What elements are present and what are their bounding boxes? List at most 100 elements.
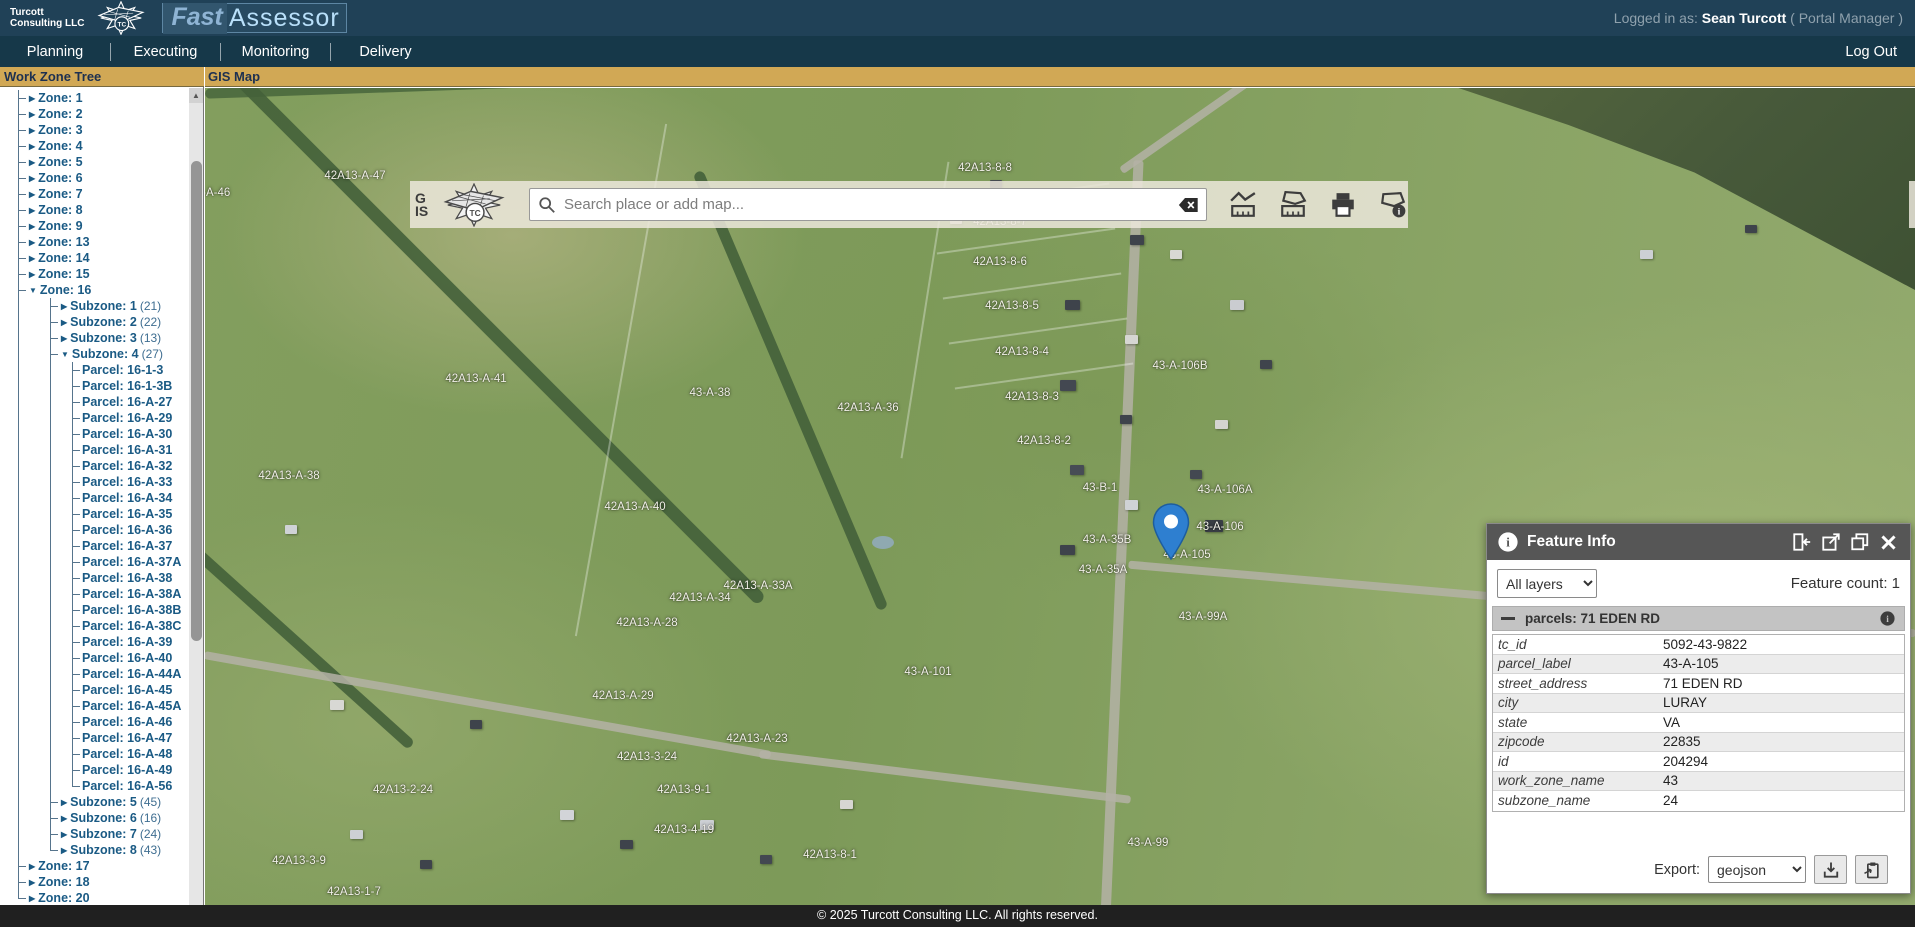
tree-item-parcel[interactable]: Parcel: 16-A-33	[0, 474, 189, 490]
tree-item-zone[interactable]: ▶Zone: 20	[0, 890, 189, 905]
map-canvas[interactable]: 42A13-A-473-A-4642A13-8-842A13-8-742A13-…	[205, 88, 1915, 905]
tree-item-parcel[interactable]: Parcel: 16-A-37	[0, 538, 189, 554]
tree-item-parcel[interactable]: Parcel: 16-A-45	[0, 682, 189, 698]
expand-arrow-icon[interactable]: ▶	[29, 238, 35, 247]
tree-item-zone[interactable]: ▶Zone: 8	[0, 202, 189, 218]
tree-item-zone[interactable]: ▶Zone: 4	[0, 138, 189, 154]
tree-item-zone[interactable]: ▶Zone: 3	[0, 122, 189, 138]
nav-item-delivery[interactable]: Delivery	[330, 43, 440, 61]
tree-item-parcel[interactable]: Parcel: 16-A-37A	[0, 554, 189, 570]
tree-item-parcel[interactable]: Parcel: 16-A-44A	[0, 666, 189, 682]
tree-item-parcel[interactable]: Parcel: 16-A-38A	[0, 586, 189, 602]
tree-item-zone[interactable]: ▶Zone: 7	[0, 186, 189, 202]
tree-item-parcel[interactable]: Parcel: 16-A-30	[0, 426, 189, 442]
expand-arrow-icon[interactable]: ▶	[29, 862, 35, 871]
logout-button[interactable]: Log Out	[1845, 44, 1897, 60]
expand-arrow-icon[interactable]: ▶	[29, 158, 35, 167]
expand-arrow-icon[interactable]: ▶	[29, 190, 35, 199]
feature-info-titlebar[interactable]: i Feature Info	[1487, 524, 1910, 560]
expand-arrow-icon[interactable]: ▶	[29, 94, 35, 103]
tree-item-parcel[interactable]: Parcel: 16-A-38C	[0, 618, 189, 634]
expand-arrow-icon[interactable]: ▶	[61, 814, 67, 823]
collapse-arrow-icon[interactable]: ▼	[29, 286, 37, 295]
identify-feature-button[interactable]: i	[1379, 191, 1407, 219]
clear-search-icon[interactable]	[1178, 197, 1199, 213]
tree-item-parcel[interactable]: Parcel: 16-A-46	[0, 714, 189, 730]
tree-item-parcel[interactable]: Parcel: 16-1-3B	[0, 378, 189, 394]
dock-panel-icon[interactable]	[1792, 532, 1812, 552]
tree-item-zone[interactable]: ▶Zone: 14	[0, 250, 189, 266]
tree-item-subzone[interactable]: ▶Subzone: 2(22)	[0, 314, 189, 330]
expand-arrow-icon[interactable]: ▶	[61, 302, 67, 311]
export-format-select[interactable]: geojson	[1708, 856, 1806, 883]
print-map-button[interactable]	[1329, 191, 1357, 219]
tree-item-parcel[interactable]: Parcel: 16-A-35	[0, 506, 189, 522]
expand-arrow-icon[interactable]: ▶	[61, 830, 67, 839]
tree-item-parcel[interactable]: Parcel: 16-A-56	[0, 778, 189, 794]
tree-item-zone[interactable]: ▶Zone: 5	[0, 154, 189, 170]
expand-arrow-icon[interactable]: ▶	[61, 334, 67, 343]
tree-item-zone[interactable]: ▶Zone: 15	[0, 266, 189, 282]
expand-arrow-icon[interactable]: ▶	[29, 110, 35, 119]
tree-item-subzone[interactable]: ▶Subzone: 6(16)	[0, 810, 189, 826]
tree-item-parcel[interactable]: Parcel: 16-A-38B	[0, 602, 189, 618]
feature-section-header[interactable]: parcels: 71 EDEN RD i	[1492, 606, 1905, 631]
tree-item-subzone[interactable]: ▼Subzone: 4(27)	[0, 346, 189, 362]
tree-item-subzone[interactable]: ▶Subzone: 7(24)	[0, 826, 189, 842]
tree-item-zone[interactable]: ▶Zone: 2	[0, 106, 189, 122]
expand-arrow-icon[interactable]: ▶	[29, 254, 35, 263]
tree-item-zone[interactable]: ▶Zone: 9	[0, 218, 189, 234]
collapse-arrow-icon[interactable]: ▼	[61, 350, 69, 359]
tree-item-parcel[interactable]: Parcel: 16-A-45A	[0, 698, 189, 714]
scrollbar-thumb[interactable]	[191, 161, 202, 641]
tree-item-parcel[interactable]: Parcel: 16-A-32	[0, 458, 189, 474]
tree-item-parcel[interactable]: Parcel: 16-A-47	[0, 730, 189, 746]
tree-item-parcel[interactable]: Parcel: 16-A-36	[0, 522, 189, 538]
expand-arrow-icon[interactable]: ▶	[29, 894, 35, 903]
expand-arrow-icon[interactable]: ▶	[29, 206, 35, 215]
expand-arrow-icon[interactable]: ▶	[29, 270, 35, 279]
tree-item-parcel[interactable]: Parcel: 16-A-38	[0, 570, 189, 586]
selected-parcel-pin[interactable]	[1152, 503, 1190, 561]
expand-arrow-icon[interactable]: ▶	[61, 318, 67, 327]
expand-arrow-icon[interactable]: ▶	[29, 878, 35, 887]
layer-filter-select[interactable]: All layers	[1497, 569, 1597, 598]
expand-arrow-icon[interactable]: ▶	[61, 798, 67, 807]
nav-item-executing[interactable]: Executing	[110, 43, 220, 61]
nav-item-monitoring[interactable]: Monitoring	[220, 43, 330, 61]
tree-item-subzone[interactable]: ▶Subzone: 1(21)	[0, 298, 189, 314]
tree-item-subzone[interactable]: ▶Subzone: 5(45)	[0, 794, 189, 810]
expand-arrow-icon[interactable]: ▶	[29, 142, 35, 151]
measure-distance-button[interactable]	[1229, 191, 1257, 219]
tree-item-subzone[interactable]: ▶Subzone: 3(13)	[0, 330, 189, 346]
open-in-window-icon[interactable]	[1821, 532, 1841, 552]
tree-item-parcel[interactable]: Parcel: 16-A-39	[0, 634, 189, 650]
expand-arrow-icon[interactable]: ▶	[29, 222, 35, 231]
search-input[interactable]	[556, 196, 1178, 213]
scrollbar-up-arrow-icon[interactable]: ▲	[189, 88, 203, 103]
tree-item-zone[interactable]: ▼Zone: 16	[0, 282, 189, 298]
expand-arrow-icon[interactable]: ▶	[61, 846, 67, 855]
tree-item-subzone[interactable]: ▶Subzone: 8(43)	[0, 842, 189, 858]
tree-item-parcel[interactable]: Parcel: 16-A-48	[0, 746, 189, 762]
tree-item-parcel[interactable]: Parcel: 16-A-27	[0, 394, 189, 410]
export-copy-button[interactable]	[1855, 855, 1888, 884]
nav-item-planning[interactable]: Planning	[0, 44, 110, 60]
tree-item-zone[interactable]: ▶Zone: 6	[0, 170, 189, 186]
tree-item-zone[interactable]: ▶Zone: 1	[0, 90, 189, 106]
tree-scrollbar[interactable]: ▲	[189, 88, 203, 905]
collapse-section-icon[interactable]	[1501, 617, 1515, 620]
copy-panel-icon[interactable]	[1850, 532, 1870, 552]
tree-item-parcel[interactable]: Parcel: 16-A-31	[0, 442, 189, 458]
tree-item-parcel[interactable]: Parcel: 16-A-49	[0, 762, 189, 778]
expand-arrow-icon[interactable]: ▶	[29, 126, 35, 135]
feature-zoom-info-icon[interactable]: i	[1879, 610, 1896, 627]
export-download-button[interactable]	[1814, 855, 1847, 884]
tree-item-zone[interactable]: ▶Zone: 13	[0, 234, 189, 250]
tree-item-zone[interactable]: ▶Zone: 17	[0, 858, 189, 874]
tree-item-parcel[interactable]: Parcel: 16-1-3	[0, 362, 189, 378]
close-icon[interactable]	[1879, 533, 1898, 552]
expand-arrow-icon[interactable]: ▶	[29, 174, 35, 183]
tree-item-parcel[interactable]: Parcel: 16-A-40	[0, 650, 189, 666]
tree-item-parcel[interactable]: Parcel: 16-A-34	[0, 490, 189, 506]
